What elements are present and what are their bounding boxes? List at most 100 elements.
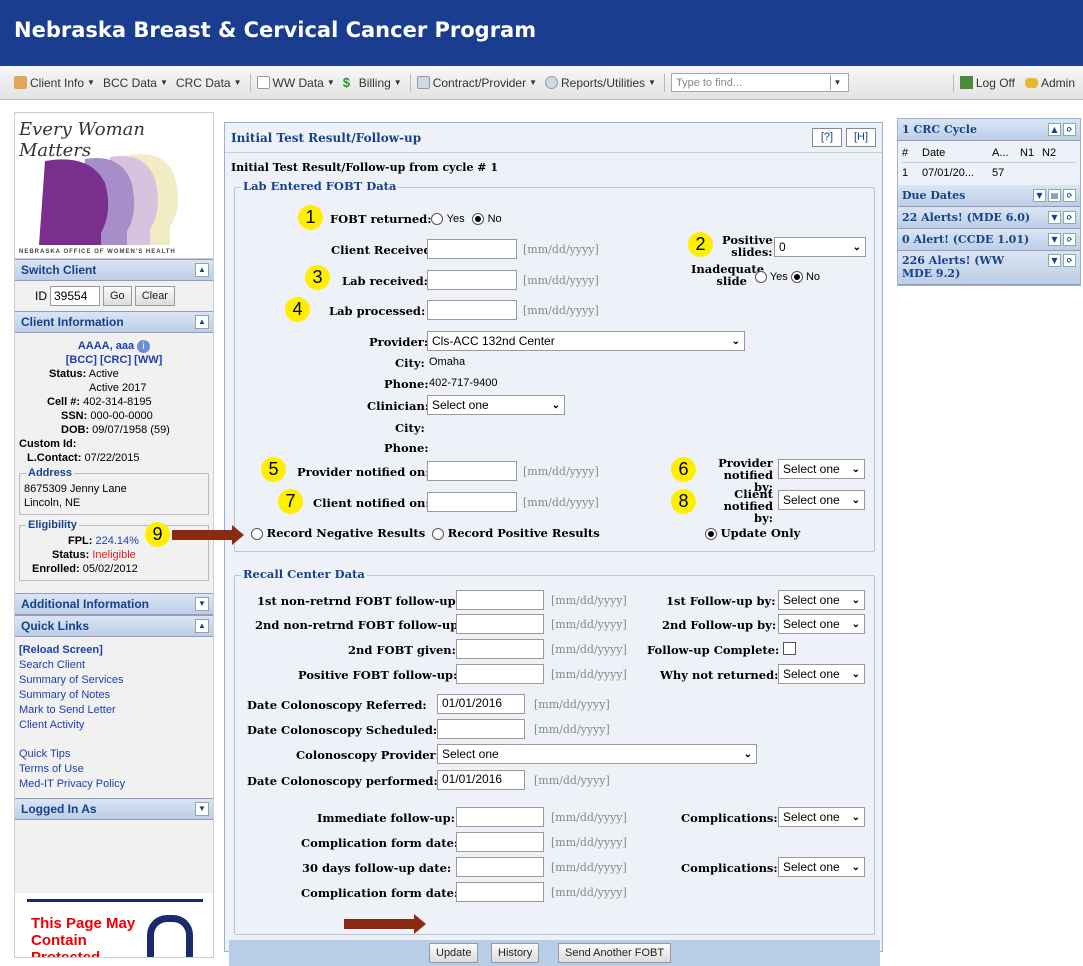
complication-form-date-input-1[interactable]	[456, 832, 544, 852]
chevron-down-icon[interactable]: ▼	[829, 75, 844, 90]
summary-notes-link[interactable]: Summary of Notes	[19, 688, 209, 703]
fobt-yes-radio[interactable]	[431, 213, 443, 225]
reload-screen-link[interactable]: [Reload Screen]	[19, 643, 209, 658]
summary-services-link[interactable]: Summary of Services	[19, 673, 209, 688]
switch-client-header[interactable]: Switch Client ▲	[15, 259, 213, 281]
go-button[interactable]: Go	[103, 286, 132, 306]
expand-icon[interactable]: ▼	[195, 597, 209, 611]
alerts-mde-header[interactable]: 22 Alerts! (MDE 6.0) ▼ ⟳	[898, 207, 1080, 229]
provider-notified-on-input[interactable]	[427, 461, 517, 481]
colonoscopy-performed-input[interactable]: 01/01/2016	[437, 770, 525, 790]
update-only-radio[interactable]	[705, 528, 717, 540]
refresh-icon[interactable]: ⟳	[1063, 254, 1076, 267]
switch-client-form: ID Go Clear	[15, 281, 213, 311]
refresh-icon[interactable]: ⟳	[1063, 211, 1076, 224]
privacy-policy-link[interactable]: Med-IT Privacy Policy	[19, 777, 209, 792]
provider-select[interactable]: Cls-ACC 132nd Center ⌄	[427, 331, 745, 351]
client-notified-by-select[interactable]: Select one ⌄	[778, 490, 865, 510]
chevron-down-icon: ⌄	[551, 399, 560, 411]
chevron-down-icon: ⌄	[851, 861, 860, 873]
update-button[interactable]: Update	[429, 943, 479, 963]
dollar-icon: $	[342, 75, 351, 90]
expand-icon[interactable]: ▼	[1048, 233, 1061, 246]
menu-client-info[interactable]: Client Info ▼	[14, 76, 95, 90]
followup2-select[interactable]: Select one ⌄	[778, 614, 865, 634]
logoff-link[interactable]: Log Off	[976, 76, 1015, 90]
expand-icon[interactable]: ▼	[1033, 189, 1046, 202]
admin-link[interactable]: Admin	[1041, 76, 1075, 90]
quick-tips-link[interactable]: Quick Tips	[19, 747, 209, 762]
complications-select-2[interactable]: Select one ⌄	[778, 857, 865, 877]
additional-information-header[interactable]: Additional Information ▼	[15, 593, 213, 615]
clear-button[interactable]: Clear	[134, 286, 175, 306]
lab-processed-input[interactable]	[427, 300, 517, 320]
record-positive-radio[interactable]	[432, 528, 444, 540]
provider-notified-by-select[interactable]: Select one ⌄	[778, 459, 865, 479]
followup1-select[interactable]: Select one ⌄	[778, 590, 865, 610]
positive-slides-select[interactable]: 0 ⌄	[774, 237, 866, 257]
posfobt-input[interactable]	[456, 664, 544, 684]
client-name[interactable]: AAAA, aaa	[78, 340, 134, 352]
terms-of-use-link[interactable]: Terms of Use	[19, 762, 209, 777]
fobt-no-radio[interactable]	[471, 213, 484, 225]
collapse-icon[interactable]: ▲	[1048, 123, 1061, 136]
refresh-icon[interactable]: ⟳	[1063, 189, 1076, 202]
menu-ww-data[interactable]: WW Data ▼	[256, 76, 335, 90]
chevron-down-icon: ⌄	[851, 463, 860, 475]
nonret1-input[interactable]	[456, 590, 544, 610]
client-id-input[interactable]	[50, 286, 100, 306]
record-negative-radio[interactable]	[251, 528, 263, 540]
complications-select-1[interactable]: Select one ⌄	[778, 807, 865, 827]
expand-icon[interactable]: ▼	[1048, 211, 1061, 224]
refresh-icon[interactable]: ⟳	[1063, 123, 1076, 136]
due-dates-header[interactable]: Due Dates ▼ ▤ ⟳	[898, 185, 1080, 207]
mark-send-letter-link[interactable]: Mark to Send Letter	[19, 703, 209, 718]
colonoscopy-referred-input[interactable]: 01/01/2016	[437, 694, 525, 714]
key-icon	[1024, 77, 1038, 88]
help-button[interactable]: [?]	[812, 128, 842, 147]
crc-cycle-header[interactable]: 1 CRC Cycle ▲ ⟳	[898, 119, 1080, 141]
inadequate-yes-radio[interactable]	[755, 271, 767, 284]
menu-crc-data[interactable]: CRC Data ▼	[176, 76, 242, 90]
collapse-icon[interactable]: ▲	[195, 315, 209, 329]
send-another-fobt-button[interactable]: Send Another FOBT	[558, 943, 672, 963]
client-notified-on-input[interactable]	[427, 492, 517, 512]
alerts-ww-header[interactable]: 226 Alerts! (WW MDE 9.2) ▼ ⟳	[898, 251, 1080, 285]
alerts-ccde-header[interactable]: 0 Alert! (CCDE 1.01) ▼ ⟳	[898, 229, 1080, 251]
calendar-icon[interactable]: ▤	[1048, 189, 1061, 202]
client-information-header[interactable]: Client Information ▲	[15, 311, 213, 333]
followup-30-input[interactable]	[456, 857, 544, 877]
colonoscopy-provider-select[interactable]: Select one ⌄	[437, 744, 757, 764]
collapse-icon[interactable]: ▲	[195, 619, 209, 633]
h-button[interactable]: [H]	[846, 128, 876, 147]
program-links[interactable]: [BCC] [CRC] [WW]	[19, 353, 209, 367]
menu-billing[interactable]: $ Billing ▼	[343, 76, 402, 90]
quick-links-header[interactable]: Quick Links ▲	[15, 615, 213, 637]
main-panel: Initial Test Result/Follow-up [?] [H] Ini…	[224, 122, 883, 966]
history-button[interactable]: History	[491, 943, 540, 963]
followup-complete-checkbox[interactable]	[783, 642, 796, 655]
menu-bcc-data[interactable]: BCC Data ▼	[103, 76, 168, 90]
menu-contract-provider[interactable]: Contract/Provider ▼	[416, 76, 537, 90]
why-not-returned-select[interactable]: Select one ⌄	[778, 664, 865, 684]
logged-in-as-header[interactable]: Logged In As ▼	[15, 798, 213, 820]
client-received-input[interactable]	[427, 239, 517, 259]
fobt2-input[interactable]	[456, 639, 544, 659]
nonret2-input[interactable]	[456, 614, 544, 634]
immediate-followup-input[interactable]	[456, 807, 544, 827]
colonoscopy-scheduled-input[interactable]	[437, 719, 525, 739]
search-client-link[interactable]: Search Client	[19, 658, 209, 673]
lab-received-input[interactable]	[427, 270, 517, 290]
menu-reports-utilities[interactable]: Reports/Utilities ▼	[545, 76, 656, 90]
table-row[interactable]: 1 07/01/20... 57	[902, 163, 1076, 183]
inadequate-no-radio[interactable]	[790, 271, 803, 284]
info-icon[interactable]: i	[137, 340, 151, 353]
expand-icon[interactable]: ▼	[195, 802, 209, 816]
find-input[interactable]: Type to find... ▼	[670, 73, 849, 92]
clinician-select[interactable]: Select one ⌄	[427, 395, 565, 415]
collapse-icon[interactable]: ▲	[195, 263, 209, 277]
client-activity-link[interactable]: Client Activity	[19, 718, 209, 733]
refresh-icon[interactable]: ⟳	[1063, 233, 1076, 246]
complication-form-date-input-2[interactable]	[456, 882, 544, 902]
expand-icon[interactable]: ▼	[1048, 254, 1061, 267]
